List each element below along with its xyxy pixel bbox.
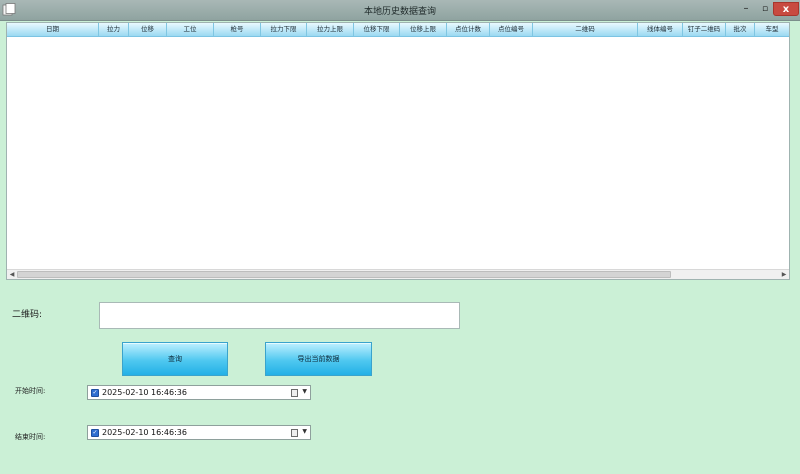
horizontal-scrollbar[interactable]: ◀ ▶ (7, 269, 789, 279)
chevron-down-icon[interactable]: ▼ (302, 388, 307, 395)
start-time-checkbox[interactable]: ✓ (91, 389, 99, 397)
close-button[interactable]: x (773, 2, 799, 16)
query-button[interactable]: 查询 (122, 342, 228, 376)
column-header-line-no[interactable]: 线体编号 (638, 23, 683, 36)
end-time-value: 2025-02-10 16:46:36 (102, 428, 187, 437)
minimize-button[interactable]: – (738, 2, 754, 16)
column-header-date[interactable]: 日期 (7, 23, 99, 36)
start-time-value: 2025-02-10 16:46:36 (102, 388, 187, 397)
column-header-force-lower[interactable]: 拉力下限 (261, 23, 307, 36)
chevron-down-icon[interactable]: ▼ (302, 428, 307, 435)
scroll-thumb[interactable] (17, 271, 671, 278)
grid-header-row: 日期 拉力 位移 工位 枪号 拉力下限 拉力上限 位移下限 位移上限 点位计数 … (7, 23, 789, 37)
start-time-picker[interactable]: ✓ 2025-02-10 16:46:36 ▼ (87, 385, 311, 400)
column-header-nail-qr[interactable]: 钉子二维码 (683, 23, 726, 36)
chevron-left-icon[interactable]: ◀ (7, 270, 17, 279)
column-header-force[interactable]: 拉力 (99, 23, 129, 36)
end-time-label: 结束时间: (15, 433, 46, 441)
maximize-button[interactable]: ▫ (757, 2, 773, 16)
window-title: 本地历史数据查询 (363, 7, 436, 17)
column-header-car-model[interactable]: 车型 (755, 23, 789, 36)
start-time-label: 开始时间: (15, 387, 46, 395)
column-header-gun-no[interactable]: 枪号 (214, 23, 261, 36)
chevron-right-icon[interactable]: ▶ (779, 270, 789, 279)
qr-code-input[interactable] (99, 302, 460, 329)
column-header-disp-lower[interactable]: 位移下限 (354, 23, 400, 36)
calendar-icon[interactable] (291, 429, 298, 437)
title-bar: 本地历史数据查询 – ▫ x (0, 0, 800, 21)
column-header-point-count[interactable]: 点位计数 (447, 23, 490, 36)
column-header-disp-upper[interactable]: 位移上限 (400, 23, 447, 36)
column-header-batch[interactable]: 批次 (726, 23, 755, 36)
data-grid[interactable]: 日期 拉力 位移 工位 枪号 拉力下限 拉力上限 位移下限 位移上限 点位计数 … (6, 22, 790, 280)
grid-body (7, 37, 789, 269)
column-header-qr-code[interactable]: 二维码 (533, 23, 638, 36)
column-header-point-no[interactable]: 点位编号 (490, 23, 533, 36)
export-button[interactable]: 导出当前数据 (265, 342, 372, 376)
end-time-checkbox[interactable]: ✓ (91, 429, 99, 437)
end-time-picker[interactable]: ✓ 2025-02-10 16:46:36 ▼ (87, 425, 311, 440)
calendar-icon[interactable] (291, 389, 298, 397)
column-header-force-upper[interactable]: 拉力上限 (307, 23, 354, 36)
column-header-station[interactable]: 工位 (167, 23, 214, 36)
qr-code-label: 二维码: (12, 310, 43, 320)
column-header-displacement[interactable]: 位移 (129, 23, 167, 36)
